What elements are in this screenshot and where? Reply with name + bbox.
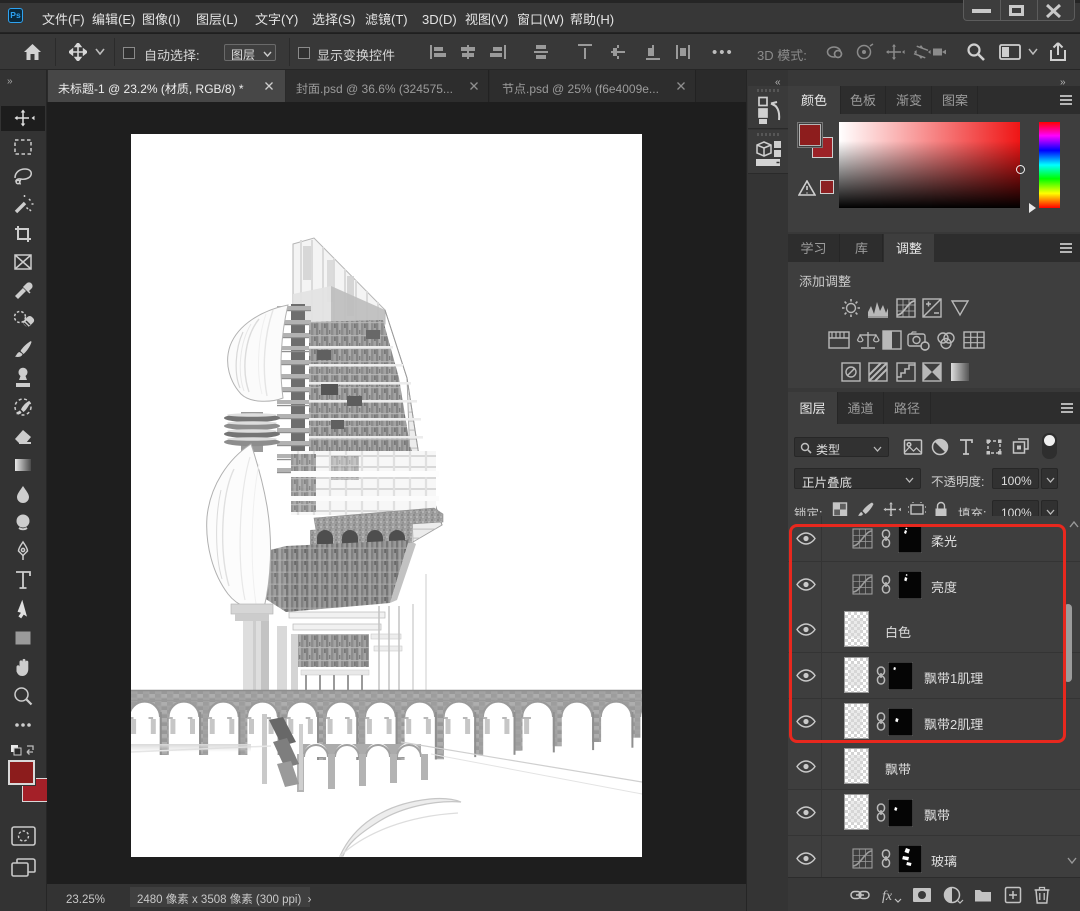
svg-text:fx: fx <box>882 889 893 904</box>
